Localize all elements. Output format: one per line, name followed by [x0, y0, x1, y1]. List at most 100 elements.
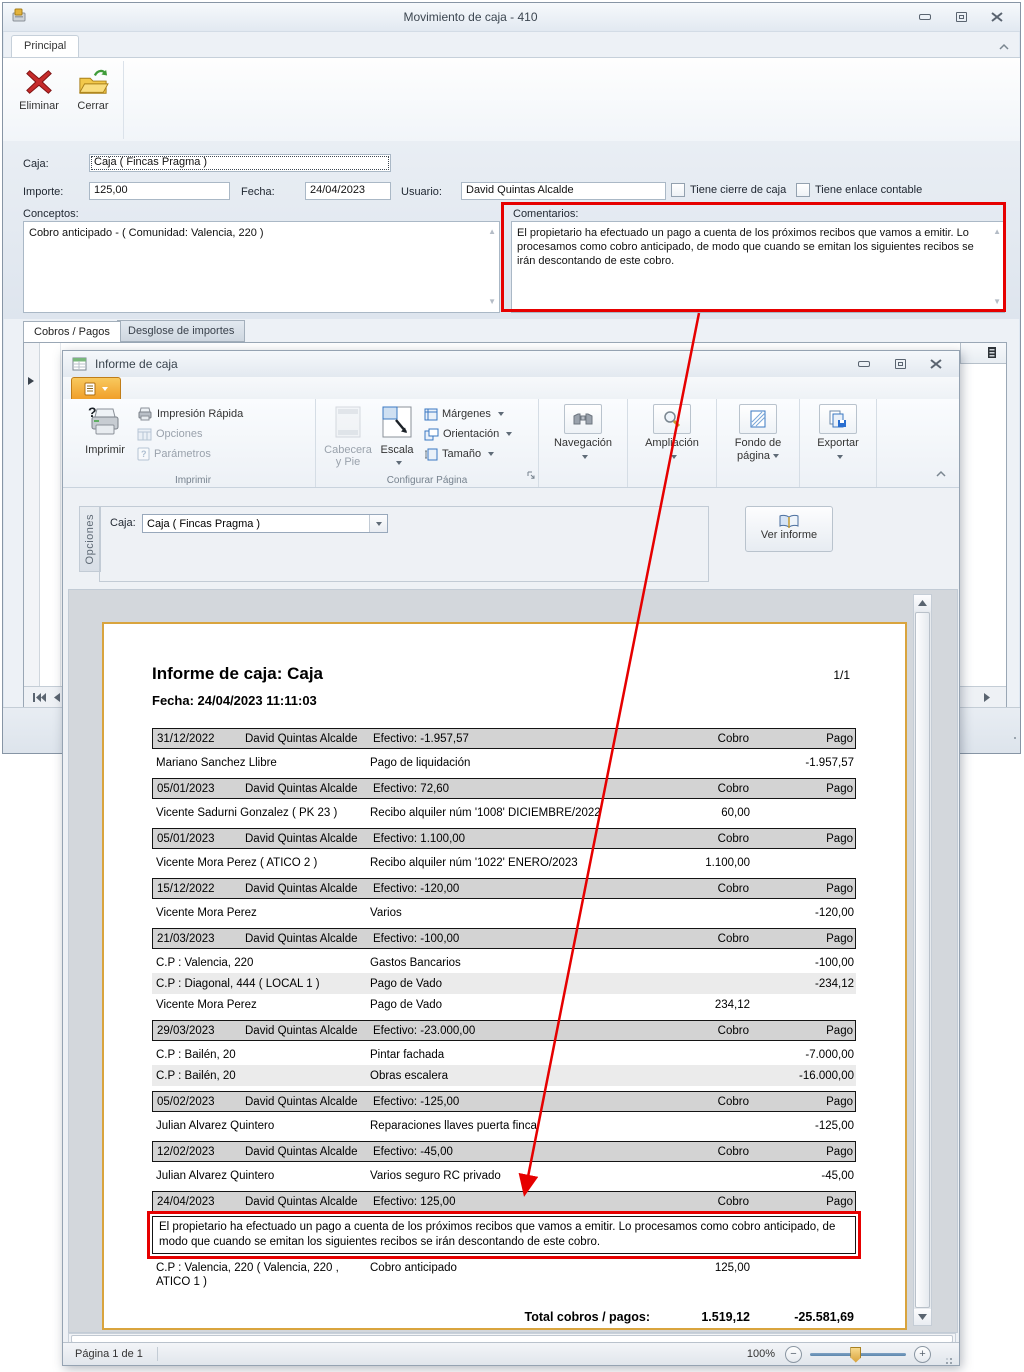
ribbon-collapse-icon[interactable]: [998, 38, 1010, 56]
usuario-label: Usuario:: [401, 186, 442, 198]
caja-combo-value: Caja ( Fincas Pragma ): [147, 517, 261, 530]
caja-field[interactable]: Caja ( Fincas Pragma ): [89, 154, 391, 172]
orientacion-label: Orientación: [443, 428, 500, 440]
screen: Movimiento de caja - 410 Principal Elimi…: [0, 0, 1024, 1372]
resize-grip[interactable]: [1004, 737, 1016, 749]
report-preview-area: Informe de caja: Caja 1/1 Fecha: 24/04/2…: [68, 589, 958, 1333]
report-group-header: 05/02/2023 David Quintas Alcalde Efectivo:…: [152, 1091, 856, 1112]
detail-concept: Pago de Vado: [370, 978, 443, 990]
tamano-label: Tamaño: [442, 448, 482, 460]
navegacion-label: Navegación: [553, 437, 613, 449]
grid-first-column: [40, 343, 61, 686]
escala-button[interactable]: Escala: [374, 402, 420, 469]
restore-button[interactable]: [889, 357, 911, 371]
report-detail-row: C.P : Diagonal, 444 ( LOCAL 1 ) Pago de V…: [152, 973, 856, 994]
zoom-slider[interactable]: [810, 1346, 906, 1363]
scroll-down-button[interactable]: [914, 1309, 931, 1325]
zoom-in-button[interactable]: +: [914, 1345, 931, 1363]
total-pagos: -25.581,69: [794, 1310, 854, 1324]
opciones-button[interactable]: Opciones: [137, 426, 243, 442]
caja-combobox[interactable]: Caja ( Fincas Pragma ): [142, 514, 388, 533]
combo-dropdown-button[interactable]: [369, 515, 387, 532]
comentarios-label: Comentarios:: [513, 208, 579, 220]
checkbox-icon: [796, 183, 810, 197]
detail-cobro: 1.100,00: [705, 857, 750, 869]
scroll-up-icon[interactable]: ▲: [488, 225, 496, 239]
cabecera-pie-button[interactable]: Cabecera y Pie: [322, 402, 374, 468]
scroll-up-button[interactable]: [914, 595, 931, 611]
first-record-button[interactable]: [32, 690, 47, 708]
impresion-rapida-button[interactable]: Impresión Rápida: [137, 406, 243, 422]
parametros-button[interactable]: ? Parámetros: [137, 446, 243, 462]
prev-record-button[interactable]: [52, 690, 61, 708]
checkbox-tiene-enlace[interactable]: Tiene enlace contable: [796, 183, 922, 197]
importe-field[interactable]: 125,00: [89, 182, 230, 200]
detail-pago: -7.000,00: [805, 1049, 854, 1061]
scrollbar-thumb[interactable]: [915, 612, 930, 1308]
ver-informe-button[interactable]: Ver informe: [745, 506, 833, 552]
detail-pago: -16.000,00: [799, 1070, 854, 1082]
exportar-button[interactable]: Exportar: [806, 402, 870, 464]
usuario-field[interactable]: David Quintas Alcalde: [461, 182, 666, 200]
report-detail-row: C.P : Bailén, 20 Pintar fachada -7.000,00: [152, 1044, 856, 1065]
ribbon-collapse-icon[interactable]: [935, 465, 947, 483]
outer-titlebar: Movimiento de caja - 410: [3, 3, 1020, 32]
ampliacion-button[interactable]: Ampliación: [634, 402, 710, 464]
zoom-slider-thumb[interactable]: [850, 1346, 862, 1363]
margins-icon: [424, 408, 438, 420]
checkbox-enlace-label: Tiene enlace contable: [815, 184, 923, 196]
col-pago-header: Pago: [826, 782, 853, 795]
report-menu-button[interactable]: [71, 377, 121, 400]
scroll-up-icon[interactable]: ▲: [993, 225, 1001, 239]
detail-cobro: 125,00: [714, 1262, 750, 1274]
eliminar-button[interactable]: Eliminar: [15, 62, 63, 112]
detail-pago: -125,00: [814, 1120, 854, 1132]
dropdown-arrow-icon: [497, 412, 504, 416]
opciones-side-tab[interactable]: Opciones: [79, 506, 101, 572]
tamano-button[interactable]: Tamaño: [424, 446, 512, 462]
fondo-pagina-button[interactable]: Fondo de página: [723, 402, 793, 463]
report-detail-row: Julian Alvarez Quintero Reparaciones llav…: [152, 1115, 856, 1136]
dropdown-arrow-icon: [506, 432, 513, 436]
fondo-pagina-label: Fondo de página: [734, 437, 782, 462]
navegacion-button[interactable]: Navegación: [545, 402, 621, 464]
report-detail-row: C.P : Bailén, 20 Obras escalera -16.000,00: [152, 1065, 856, 1086]
imprimir-button[interactable]: ? Imprimir: [77, 402, 133, 456]
preview-vertical-scrollbar[interactable]: [913, 594, 932, 1326]
detail-name: Vicente Mora Perez: [156, 907, 257, 919]
close-button[interactable]: [986, 10, 1008, 24]
detail-pago: -120,00: [814, 907, 854, 919]
fecha-field[interactable]: 24/04/2023: [305, 182, 391, 200]
tab-desglose-importes[interactable]: Desglose de importes: [117, 320, 246, 342]
detail-name: C.P : Diagonal, 444 ( LOCAL 1 ): [156, 978, 320, 990]
resize-grip[interactable]: [941, 1353, 953, 1365]
cerrar-button[interactable]: Cerrar: [69, 62, 117, 112]
informe-caja-window: Informe de caja ? Imprimir Impresión Ráp…: [62, 350, 960, 1366]
dialog-launcher-icon[interactable]: [527, 467, 536, 485]
minimize-button[interactable]: [914, 10, 936, 24]
minimize-button[interactable]: [853, 357, 875, 371]
grid-column-header[interactable]: [960, 343, 1006, 364]
opciones-tab-label: Opciones: [84, 513, 96, 565]
margenes-button[interactable]: Márgenes: [424, 406, 512, 422]
scroll-right-button[interactable]: [983, 690, 992, 708]
report-detail-row: Vicente Sadurni Gonzalez ( PK 23 ) Recibo…: [152, 802, 856, 823]
restore-button[interactable]: [950, 10, 972, 24]
detail-name: C.P : Bailén, 20: [156, 1070, 236, 1082]
exportar-label: Exportar: [817, 437, 859, 449]
close-button[interactable]: [925, 357, 947, 371]
zoom-out-button[interactable]: −: [785, 1345, 802, 1363]
checkbox-tiene-cierre[interactable]: Tiene cierre de caja: [671, 183, 786, 197]
informe-title: Informe de caja: [95, 357, 178, 371]
tab-principal[interactable]: Principal: [11, 35, 80, 57]
group-configurar-caption: Configurar Página: [386, 475, 468, 486]
comentarios-textarea[interactable]: El propietario ha efectuado un pago a cu…: [511, 221, 1005, 313]
opciones-panel: Caja: Caja ( Fincas Pragma ): [99, 506, 709, 582]
scroll-down-icon[interactable]: ▼: [993, 295, 1001, 309]
conceptos-textarea[interactable]: Cobro anticipado - ( Comunidad: Valencia…: [23, 221, 500, 313]
tab-cobros-pagos[interactable]: Cobros / Pagos: [23, 321, 121, 342]
col-pago-header: Pago: [826, 1195, 853, 1208]
detail-concept: Varios seguro RC privado: [370, 1170, 501, 1182]
scroll-down-icon[interactable]: ▼: [488, 295, 496, 309]
orientacion-button[interactable]: Orientación: [424, 426, 513, 442]
